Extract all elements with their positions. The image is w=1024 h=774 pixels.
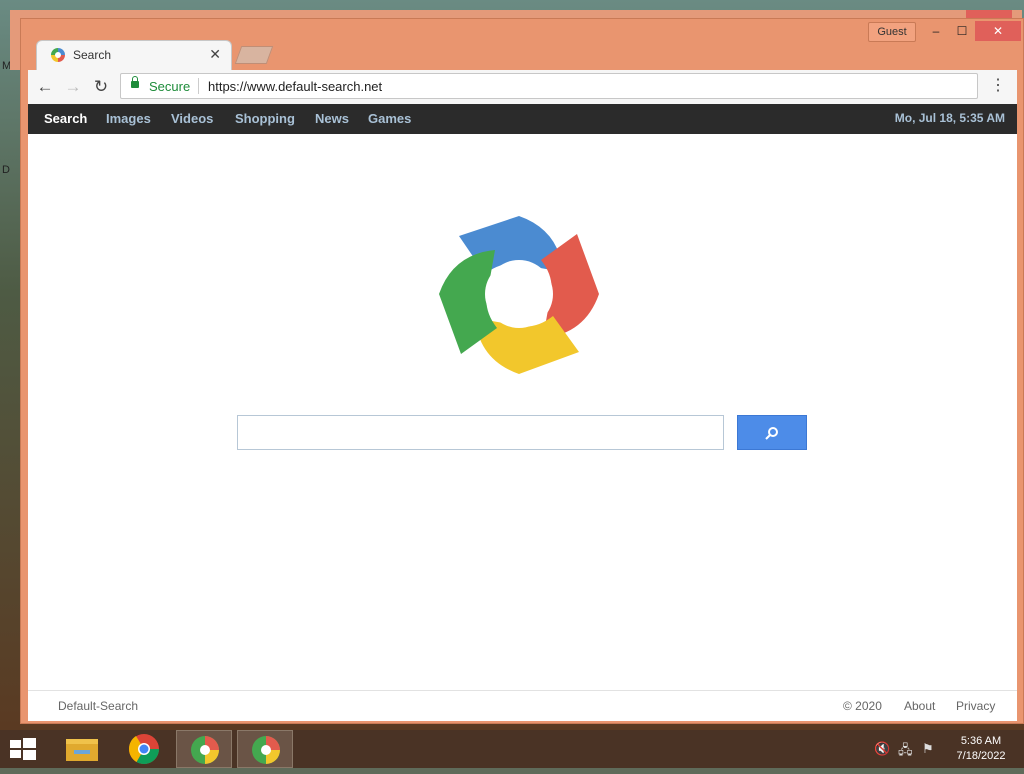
forward-arrow-icon[interactable]: →	[62, 76, 84, 98]
nav-videos[interactable]: Videos	[171, 111, 213, 126]
footer-privacy-link[interactable]: Privacy	[956, 699, 995, 713]
reload-icon[interactable]: ↻	[90, 76, 112, 98]
nav-games[interactable]: Games	[368, 111, 411, 126]
url-text[interactable]: https://www.default-search.net	[208, 79, 382, 94]
maximize-button[interactable]: ☐	[948, 21, 976, 41]
clock-time: 5:36 AM	[960, 735, 1002, 747]
footer-about-link[interactable]: About	[904, 699, 935, 713]
windows-start-icon[interactable]	[10, 738, 36, 760]
tab-title: Search	[73, 48, 112, 62]
default-search-app-icon[interactable]	[176, 730, 232, 768]
taskbar: 🔇 🖧 ⚑ 5:36 AM 7/18/2022	[0, 730, 1024, 768]
secure-label: Secure	[149, 79, 191, 94]
nav-search[interactable]: Search	[44, 111, 87, 126]
minimize-button[interactable]: –	[922, 21, 950, 41]
desktop-icon-label: D	[2, 164, 10, 176]
footer-brand: Default-Search	[58, 699, 139, 713]
tab-search[interactable]: Search ✕	[36, 40, 232, 70]
new-tab-button[interactable]	[234, 46, 274, 64]
default-search-app-icon[interactable]	[237, 730, 293, 768]
action-center-flag-icon[interactable]: ⚑	[922, 741, 934, 757]
browser-toolbar: ← → ↻ Secure https://www.default-search.…	[28, 70, 1017, 105]
page-content: Search Images Videos Shopping News Games…	[28, 104, 1017, 721]
footer-copyright: © 2020	[843, 699, 882, 713]
nav-images[interactable]: Images	[106, 111, 151, 126]
page-footer: Default-Search © 2020 About Privacy	[28, 690, 1017, 721]
divider	[198, 78, 199, 94]
default-search-logo	[439, 216, 599, 374]
search-icon	[765, 427, 778, 441]
clock-date: 7/18/2022	[956, 750, 1006, 762]
network-icon[interactable]: 🖧	[898, 741, 913, 763]
address-bar[interactable]: Secure https://www.default-search.net	[120, 73, 978, 99]
nav-shopping[interactable]: Shopping	[235, 111, 295, 126]
back-arrow-icon[interactable]: ←	[34, 76, 56, 98]
search-input[interactable]	[237, 415, 724, 450]
top-navigation: Search Images Videos Shopping News Games…	[28, 104, 1017, 134]
chrome-icon[interactable]	[116, 730, 172, 768]
nav-news[interactable]: News	[315, 111, 349, 126]
window-close-button[interactable]: ✕	[975, 21, 1021, 41]
guest-profile-button[interactable]: Guest	[868, 22, 916, 42]
date-time: Mo, Jul 18, 5:35 AM	[894, 111, 1005, 125]
file-explorer-icon[interactable]	[56, 730, 112, 768]
search-button[interactable]	[737, 415, 807, 450]
menu-icon[interactable]: ⋮	[990, 75, 1006, 95]
tab-close-icon[interactable]: ✕	[209, 46, 221, 63]
taskbar-clock[interactable]: 5:36 AM 7/18/2022	[952, 734, 1010, 764]
default-search-logo-icon	[51, 48, 65, 62]
lock-icon	[131, 76, 139, 88]
volume-muted-icon[interactable]: 🔇	[874, 741, 890, 757]
